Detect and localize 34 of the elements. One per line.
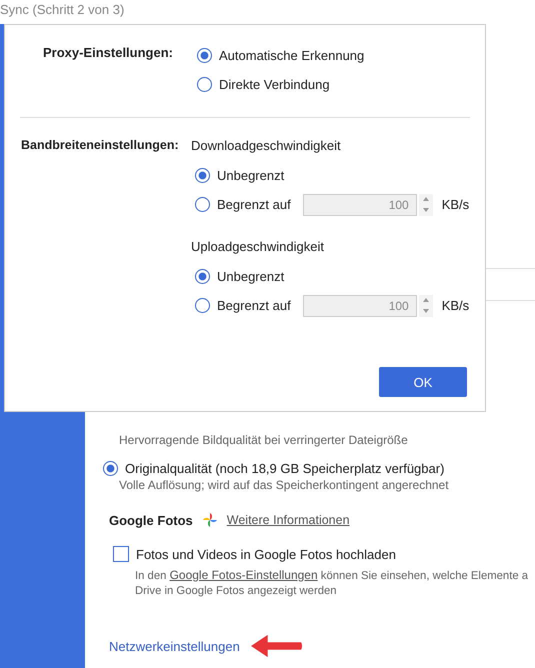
option-label: Unbegrenzt bbox=[217, 269, 284, 284]
radio-button[interactable] bbox=[195, 269, 210, 284]
option-label: Automatische Erkennung bbox=[219, 48, 364, 63]
radio-button[interactable] bbox=[103, 461, 118, 476]
group-heading: Downloadgeschwindigkeit bbox=[191, 137, 342, 155]
option-label: Begrenzt auf bbox=[217, 197, 291, 212]
option-description: Volle Auflösung; wird auf das Speicherkontingent angerechnet bbox=[119, 477, 450, 494]
radio-button[interactable] bbox=[197, 77, 212, 92]
option-label: Begrenzt auf bbox=[217, 298, 291, 313]
unit-label: KB/s bbox=[442, 298, 470, 313]
field-label: Proxy-Einstellungen: bbox=[42, 44, 173, 62]
settings-link[interactable]: Google Fotos-Einstellungen bbox=[170, 568, 318, 582]
radio-button[interactable] bbox=[195, 298, 210, 313]
checkbox-label: Fotos und Videos in Google Fotos hochladen bbox=[136, 546, 396, 562]
ok-button[interactable]: OK bbox=[379, 367, 467, 397]
radio-button[interactable] bbox=[195, 197, 210, 212]
option-label: Unbegrenzt bbox=[217, 168, 284, 183]
spinner-control[interactable] bbox=[418, 294, 433, 316]
group-heading: Uploadgeschwindigkeit bbox=[191, 238, 325, 256]
radio-button[interactable] bbox=[197, 48, 212, 63]
window-title: Sync (Schritt 2 von 3) bbox=[0, 1, 124, 19]
checkbox[interactable] bbox=[113, 546, 129, 562]
pinwheel-icon bbox=[202, 512, 218, 528]
option-description: Hervorragende Bildqualität bei verringerter Dateigröße bbox=[118, 432, 409, 449]
section-title: Google Fotos bbox=[109, 512, 193, 528]
spinner-control[interactable] bbox=[418, 194, 433, 216]
network-settings-link[interactable]: Netzwerkeinstellungen bbox=[109, 638, 240, 654]
radio-button[interactable] bbox=[195, 168, 210, 183]
description-text: In den Google Fotos-Einstellungen können Sie einsehen, welche Elemente a Drive in Google Fotos angezeigt werden bbox=[135, 568, 530, 599]
option-label: Originalqualität (noch 18,9 GB Speicherplatz verfügbar) bbox=[125, 461, 444, 476]
info-link[interactable]: Weitere Informationen bbox=[226, 513, 350, 527]
field-label: Bandbreiteneinstellungen: bbox=[20, 137, 180, 154]
unit-label: KB/s bbox=[442, 197, 470, 212]
option-label: Direkte Verbindung bbox=[219, 77, 330, 92]
